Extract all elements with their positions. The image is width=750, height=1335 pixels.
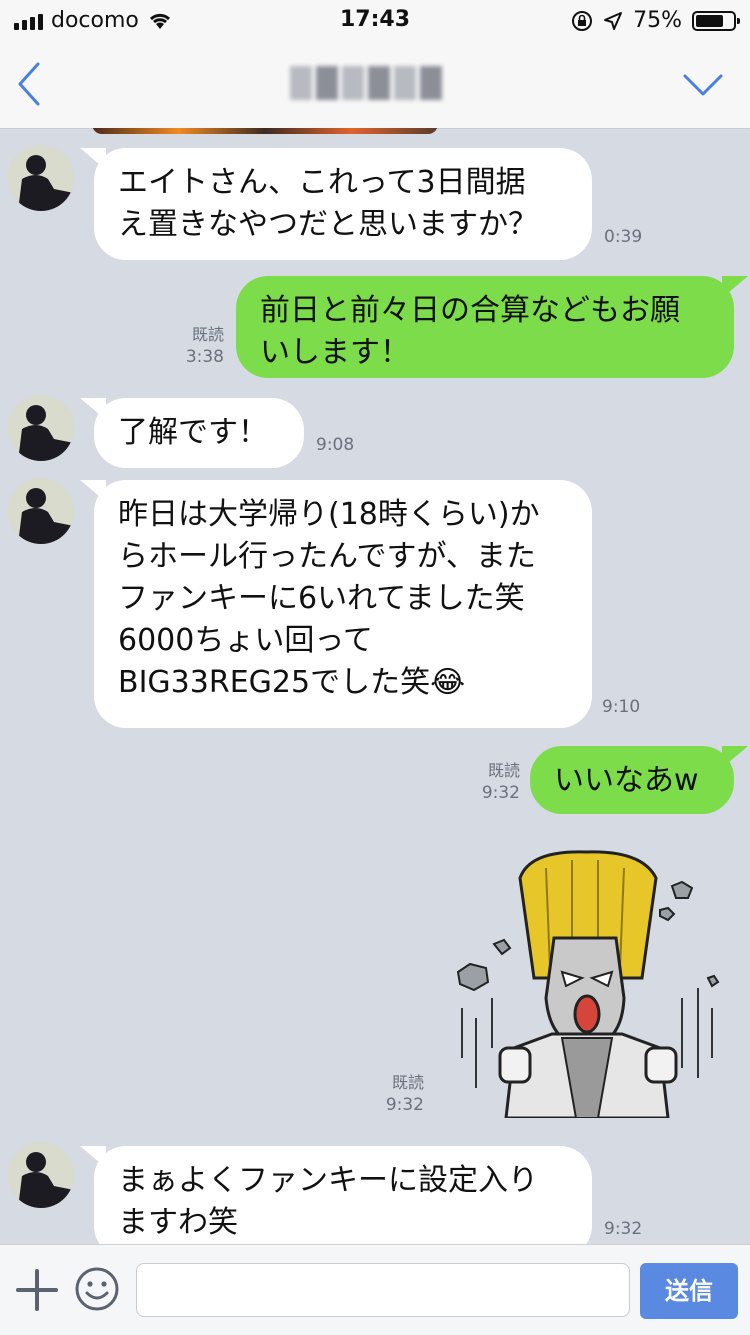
shouting-man-sticker-icon[interactable]: [446, 848, 726, 1118]
status-right: 75%: [571, 8, 740, 33]
sender-avatar[interactable]: [8, 1142, 74, 1208]
rotation-lock-icon: [572, 10, 593, 31]
battery-percent: 75%: [633, 8, 682, 33]
chat-title-pixelated: [290, 62, 450, 104]
location-icon: [604, 11, 623, 30]
message-time: 9:32: [385, 1095, 424, 1115]
message-meta: 既読 3:38: [178, 324, 224, 368]
sender-avatar[interactable]: [8, 395, 74, 461]
message-text-line: ファンキーに6いれてました笑: [118, 581, 525, 616]
message-bubble-incoming[interactable]: 昨日は大学帰り(18時くらい)か らホール行ったんですが、また ファンキーに6い…: [80, 480, 592, 728]
message-bubble-incoming[interactable]: エイトさん、これって3日間据 え置きなやつだと思いますか？: [80, 148, 592, 260]
message-text-line: え置きなやつだと思いますか？: [118, 207, 538, 242]
message-bubble-outgoing[interactable]: いいなあw: [530, 746, 748, 814]
message-text-line: いします！: [260, 335, 410, 370]
message-input-bar: 送信: [0, 1244, 750, 1335]
sender-avatar[interactable]: [8, 478, 74, 544]
send-button[interactable]: 送信: [640, 1263, 738, 1319]
message-text-line: エイトさん、これって3日間据: [118, 165, 526, 200]
previous-image-message[interactable]: [92, 128, 438, 134]
status-bar: docomo 17:43 75%: [0, 0, 750, 40]
message-bubble-outgoing[interactable]: 前日と前々日の合算などもお願 いします！: [236, 276, 748, 378]
read-receipt: 既読: [487, 761, 520, 780]
message-time: 9:32: [481, 783, 520, 803]
message-text-line: ますわ笑: [118, 1205, 238, 1240]
message-text-line: まぁよくファンキーに設定入り: [118, 1163, 538, 1198]
message-text-line: BIG33REG25でした笑😂: [118, 665, 466, 700]
message-text-line: 了解です！: [118, 415, 268, 450]
message-list[interactable]: エイトさん、これって3日間据 え置きなやつだと思いますか？ 0:39 既読 3:…: [0, 128, 750, 1244]
message-bubble-incoming[interactable]: 了解です！: [80, 398, 304, 468]
read-receipt: 既読: [191, 325, 224, 344]
chevron-down-icon[interactable]: [682, 72, 724, 98]
smiley-icon[interactable]: [74, 1266, 120, 1312]
battery-icon: [692, 10, 740, 31]
read-receipt: 既読: [391, 1073, 424, 1092]
message-time: 9:10: [602, 697, 641, 717]
message-time: 9:32: [604, 1219, 643, 1239]
message-meta: 既読 9:32: [474, 760, 520, 804]
message-text-line: 前日と前々日の合算などもお願: [260, 293, 680, 328]
chat-header: [0, 40, 750, 129]
message-time: 0:39: [604, 227, 643, 247]
message-text-line: 昨日は大学帰り(18時くらい)か: [118, 497, 540, 532]
message-text-input[interactable]: [136, 1263, 630, 1317]
message-text-line: らホール行ったんですが、また: [118, 539, 536, 574]
message-bubble-incoming[interactable]: まぁよくファンキーに設定入り ますわ笑: [80, 1146, 592, 1244]
plus-icon[interactable]: [16, 1269, 58, 1311]
message-meta: 既読 9:32: [378, 1072, 424, 1116]
message-time: 3:38: [185, 347, 224, 367]
message-text-line: 6000ちょい回って: [118, 623, 373, 658]
back-chevron-icon[interactable]: [14, 60, 44, 108]
sender-avatar[interactable]: [8, 145, 74, 211]
message-text-line: いいなあw: [554, 763, 699, 798]
message-time: 9:08: [316, 435, 355, 455]
